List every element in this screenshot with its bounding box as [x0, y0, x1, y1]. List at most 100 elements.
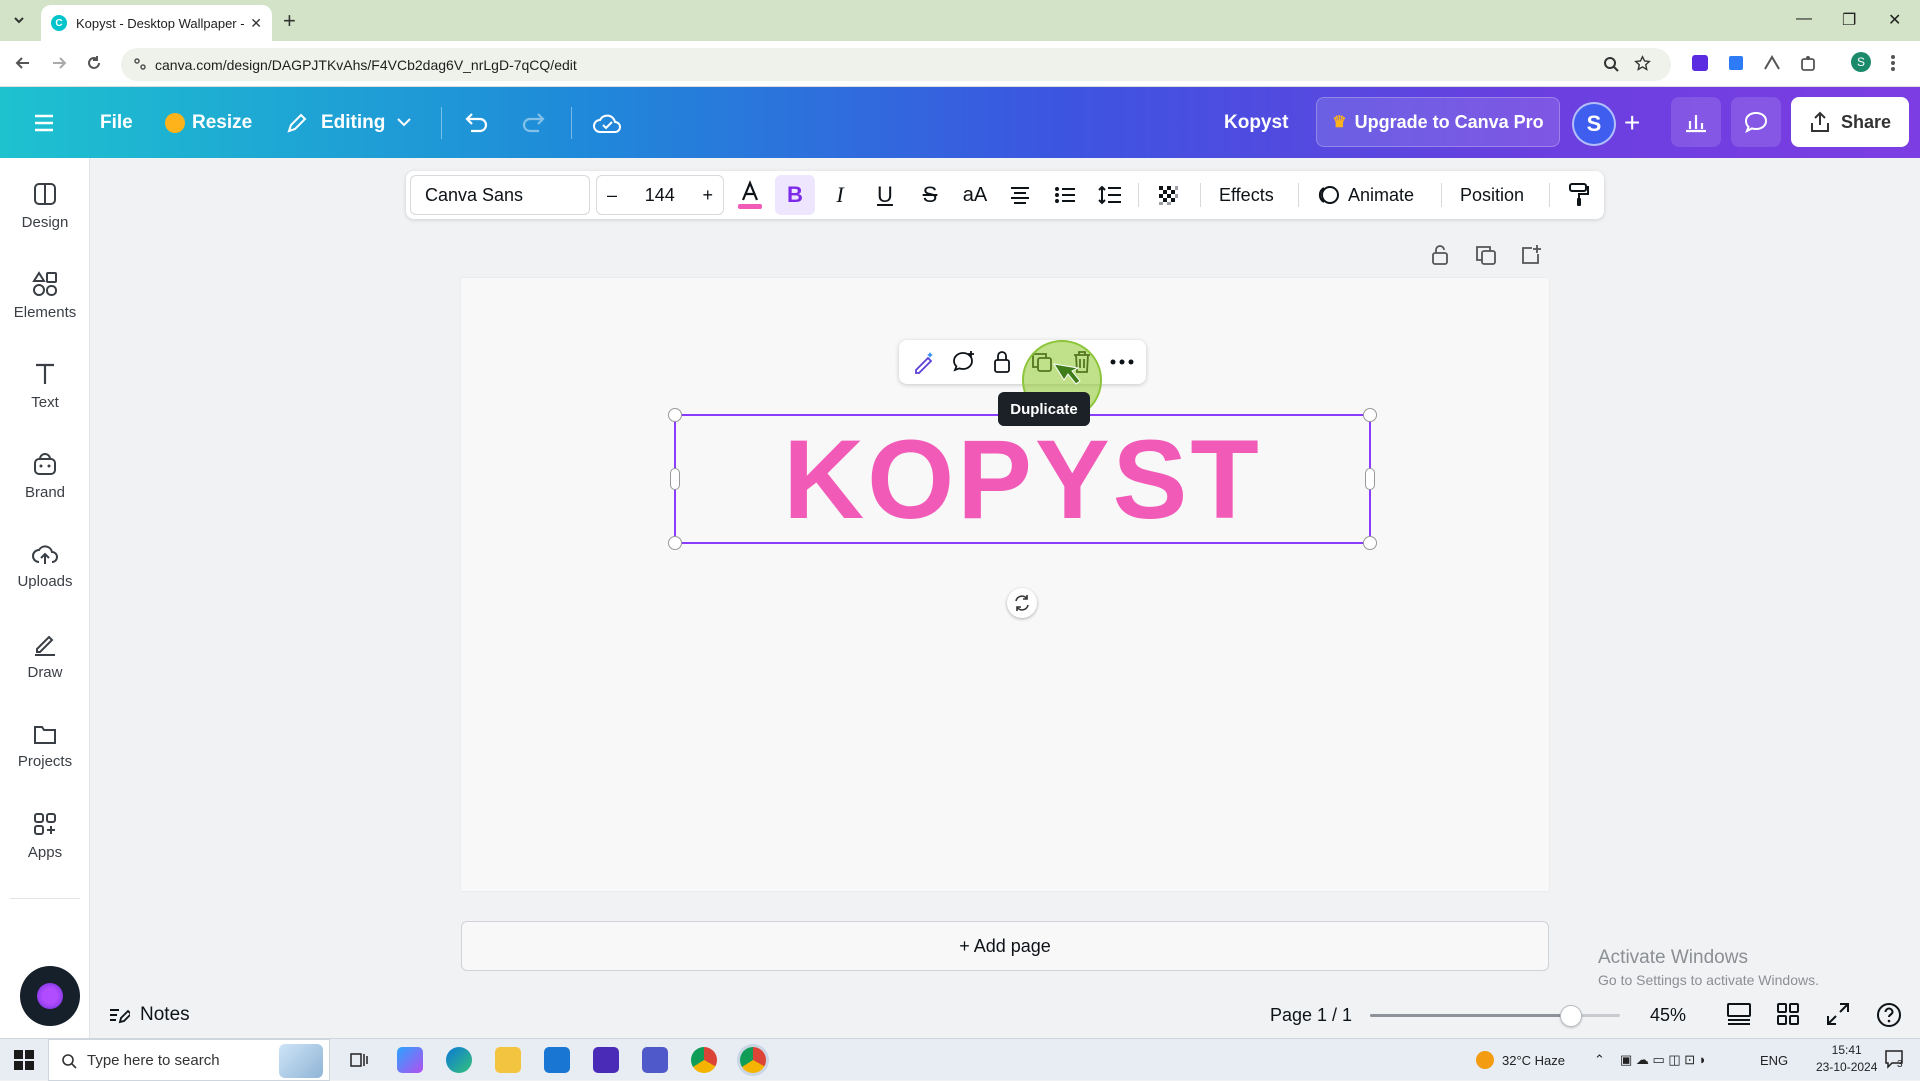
resize-handle-top-left[interactable]	[668, 408, 682, 422]
font-family-selector[interactable]: Canva Sans	[410, 175, 590, 215]
resize-handle-bottom-left[interactable]	[668, 536, 682, 550]
share-button[interactable]: Share	[1791, 97, 1909, 147]
resize-handle-right[interactable]	[1365, 468, 1375, 490]
windows-start-icon[interactable]	[14, 1050, 34, 1070]
browser-tab-active[interactable]: C Kopyst - Desktop Wallpaper - C ✕	[41, 5, 272, 41]
add-comment-icon[interactable]	[949, 347, 979, 377]
cloud-saved-icon[interactable]	[592, 87, 622, 158]
notifications-icon[interactable]: 3	[1884, 1049, 1904, 1070]
effects-button[interactable]: Effects	[1219, 171, 1274, 219]
forward-icon[interactable]	[50, 54, 68, 72]
transparency-button[interactable]	[1148, 175, 1188, 215]
resize-handle-left[interactable]	[670, 468, 680, 490]
add-collaborator-icon[interactable]: +	[1624, 87, 1640, 158]
window-close-icon[interactable]: ✕	[1888, 10, 1901, 30]
rotate-handle[interactable]	[1007, 588, 1037, 618]
resize-handle-top-right[interactable]	[1363, 408, 1377, 422]
resize-button[interactable]: Resize	[165, 87, 252, 158]
font-size-input[interactable]: 144	[645, 185, 675, 206]
reload-icon[interactable]	[85, 54, 103, 72]
extensions-puzzle-icon[interactable]	[1798, 53, 1818, 73]
task-view-icon[interactable]	[350, 1051, 368, 1069]
file-menu[interactable]: File	[100, 87, 133, 158]
profile-avatar-icon[interactable]: S	[1850, 51, 1872, 73]
underline-button[interactable]: U	[865, 175, 905, 215]
tray-chevron-icon[interactable]: ⌃	[1594, 1039, 1605, 1081]
decrease-font-size-button[interactable]: –	[607, 185, 617, 206]
user-avatar[interactable]: S	[1572, 102, 1616, 146]
zoom-slider[interactable]	[1370, 1005, 1620, 1027]
site-info-icon[interactable]	[133, 57, 147, 71]
lock-element-icon[interactable]	[987, 347, 1017, 377]
copy-style-button[interactable]	[1559, 175, 1599, 215]
insights-button[interactable]	[1671, 97, 1721, 147]
browser-menu-icon[interactable]	[1890, 53, 1896, 73]
sidebar-item-apps[interactable]: Apps	[0, 796, 90, 876]
zoom-icon[interactable]	[1603, 56, 1619, 72]
copilot-icon[interactable]	[397, 1047, 423, 1073]
language-indicator[interactable]: ENG	[1760, 1039, 1788, 1081]
mail-icon[interactable]	[544, 1047, 570, 1073]
main-menu-icon[interactable]	[33, 87, 55, 158]
sidebar-item-brand[interactable]: Brand	[0, 436, 90, 516]
sidebar-item-design[interactable]: Design	[0, 166, 90, 246]
help-icon[interactable]	[1876, 1002, 1902, 1028]
lock-page-icon[interactable]	[1430, 244, 1450, 266]
weather-widget[interactable]: 32°C Haze	[1476, 1039, 1565, 1081]
extension-2-icon[interactable]	[1726, 53, 1746, 73]
strikethrough-button[interactable]: S	[910, 175, 950, 215]
page-view-icon[interactable]	[1726, 1002, 1752, 1026]
restore-icon[interactable]: ❐	[1842, 10, 1856, 30]
extension-1-icon[interactable]	[1690, 53, 1710, 73]
tray-apps-icons[interactable]: ▣ ☁ ▭ ◫ ⊡ ◗	[1620, 1039, 1707, 1081]
grid-view-icon[interactable]	[1776, 1002, 1800, 1026]
magic-assistant-button[interactable]	[20, 966, 80, 1026]
chrome-profile-2-icon[interactable]	[740, 1047, 766, 1073]
minimize-icon[interactable]: —	[1796, 10, 1812, 28]
resize-handle-bottom-right[interactable]	[1363, 536, 1377, 550]
text-color-button[interactable]	[730, 175, 770, 215]
page-indicator[interactable]: Page 1 / 1	[1270, 992, 1352, 1038]
file-explorer-icon[interactable]	[495, 1047, 521, 1073]
text-align-button[interactable]	[1000, 175, 1040, 215]
magic-edit-icon[interactable]	[909, 347, 939, 377]
list-button[interactable]	[1045, 175, 1085, 215]
sidebar-item-elements[interactable]: Elements	[0, 256, 90, 336]
increase-font-size-button[interactable]: +	[702, 185, 713, 206]
add-page-icon[interactable]	[1520, 244, 1542, 266]
redo-icon[interactable]	[520, 87, 548, 158]
add-page-button[interactable]: + Add page	[461, 921, 1549, 971]
sidebar-item-uploads[interactable]: Uploads	[0, 526, 90, 606]
fullscreen-icon[interactable]	[1826, 1002, 1850, 1026]
new-tab-icon[interactable]: +	[283, 8, 296, 34]
edge-browser-icon[interactable]	[446, 1047, 472, 1073]
chrome-profile-1-icon[interactable]	[691, 1047, 717, 1073]
upgrade-button[interactable]: ♛ Upgrade to Canva Pro	[1316, 97, 1560, 147]
design-title[interactable]: Kopyst	[1224, 87, 1288, 158]
undo-icon[interactable]	[462, 87, 490, 158]
animate-button[interactable]: Animate	[1318, 171, 1414, 219]
letter-case-button[interactable]: aA	[955, 175, 995, 215]
tab-search-icon[interactable]	[11, 12, 27, 28]
taskbar-search-box[interactable]: Type here to search	[48, 1039, 330, 1081]
position-button[interactable]: Position	[1460, 171, 1524, 219]
close-tab-icon[interactable]: ✕	[250, 15, 262, 32]
zoom-slider-knob[interactable]	[1560, 1005, 1582, 1027]
sidebar-item-draw[interactable]: Draw	[0, 616, 90, 696]
more-options-icon[interactable]	[1107, 347, 1137, 377]
sidebar-item-text[interactable]: Text	[0, 346, 90, 426]
editing-mode-dropdown[interactable]: Editing	[285, 87, 412, 158]
italic-button[interactable]: I	[820, 175, 860, 215]
bookmark-star-icon[interactable]	[1634, 55, 1651, 72]
teams-icon[interactable]	[642, 1047, 668, 1073]
zoom-level[interactable]: 45%	[1650, 992, 1686, 1038]
spacing-button[interactable]	[1090, 175, 1130, 215]
back-icon[interactable]	[14, 54, 32, 72]
duplicate-page-icon[interactable]	[1475, 244, 1497, 266]
comments-button[interactable]	[1731, 97, 1781, 147]
bold-button[interactable]: B	[775, 175, 815, 215]
extension-3-icon[interactable]	[1762, 53, 1782, 73]
power-apps-icon[interactable]	[593, 1047, 619, 1073]
address-bar[interactable]: canva.com/design/DAGPJTKvAhs/F4VCb2dag6V…	[121, 48, 1671, 81]
notes-button[interactable]: Notes	[108, 992, 190, 1038]
